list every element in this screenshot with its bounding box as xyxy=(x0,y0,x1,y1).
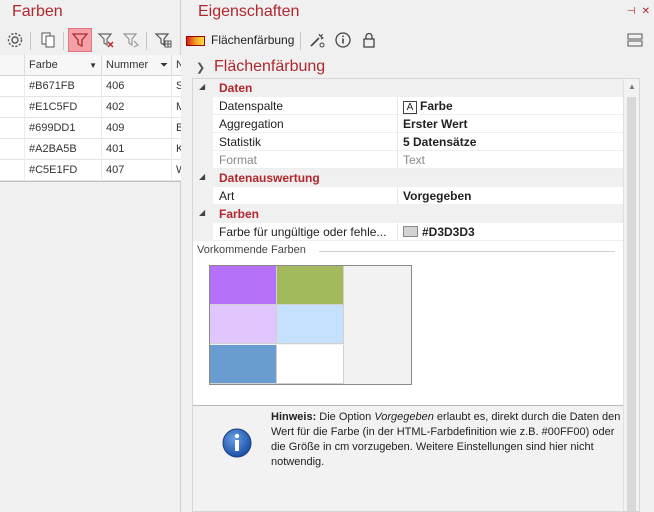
filter-active-icon: ⏷ xyxy=(160,60,168,71)
sort-desc-icon: ▼ xyxy=(89,61,97,70)
vertical-scrollbar[interactable]: ▲ xyxy=(623,79,639,511)
pin-icon[interactable]: ⊣ xyxy=(627,6,636,17)
properties-panel: Eigenschaften ⊣ ✕ Flächenfärbung ❯ Flächen… xyxy=(186,0,654,512)
color-cell[interactable] xyxy=(210,266,277,305)
prop-format: Format Text xyxy=(193,151,624,169)
prop-aggregation[interactable]: Aggregation Erster Wert xyxy=(193,115,624,133)
hint-box: Hinweis: Die Option Vorgegeben erlaubt e… xyxy=(193,405,624,511)
table-row[interactable]: #B671FB 406 S xyxy=(0,76,181,97)
lock-icon[interactable] xyxy=(358,29,380,51)
collapse-triangle-icon: ◢ xyxy=(199,208,206,217)
colors-panel: Farben Farbe ▼ Nummer ⏷ N #B671FB 406 S … xyxy=(0,0,181,512)
vorkommende-farben-label: Vorkommende Farben xyxy=(197,244,306,256)
scroll-up-icon[interactable]: ▲ xyxy=(624,79,640,95)
color-cell[interactable] xyxy=(210,345,277,384)
info-circle-icon[interactable] xyxy=(332,29,354,51)
colors-toolbar xyxy=(0,28,181,54)
color-cell[interactable] xyxy=(277,305,344,344)
properties-panel-title: Eigenschaften xyxy=(198,3,300,20)
color-swatch[interactable] xyxy=(403,226,418,237)
column-header-nummer[interactable]: Nummer ⏷ xyxy=(102,55,172,76)
filter-grid-icon[interactable] xyxy=(151,28,175,52)
filter-reset-icon[interactable] xyxy=(119,28,143,52)
prop-invalid-color[interactable]: Farbe für ungültige oder fehle... #D3D3D… xyxy=(193,223,624,241)
column-header-farbe[interactable]: Farbe ▼ xyxy=(25,55,102,76)
filter-icon[interactable] xyxy=(68,28,92,52)
fill-type-label[interactable]: Flächenfärbung xyxy=(211,33,294,47)
prop-art[interactable]: Art Vorgegeben xyxy=(193,187,624,205)
prop-statistik[interactable]: Statistik 5 Datensätze xyxy=(193,133,624,151)
colors-panel-title: Farben xyxy=(12,3,63,20)
color-cell[interactable] xyxy=(210,305,277,344)
hint-text: Hinweis: Die Option Vorgegeben erlaubt e… xyxy=(271,411,621,468)
gear-icon[interactable] xyxy=(3,28,27,52)
chevron-down-icon: ❯ xyxy=(196,62,206,74)
column-header-n[interactable]: N xyxy=(172,55,181,76)
filter-clear-icon[interactable] xyxy=(94,28,118,52)
property-grid: ◢ Daten Datenspalte A Farbe Aggregation E… xyxy=(192,78,640,512)
occurring-colors-grid xyxy=(209,265,412,385)
section-header-flaechenfaerbung[interactable]: ❯ Flächenfärbung xyxy=(196,58,325,78)
text-column-icon: A xyxy=(403,101,417,114)
prop-datenspalte[interactable]: Datenspalte A Farbe xyxy=(193,97,624,115)
layout-list-icon[interactable] xyxy=(624,29,646,51)
group-datenauswertung[interactable]: ◢ Datenauswertung xyxy=(193,169,624,187)
table-row[interactable]: #C5E1FD 407 W xyxy=(0,160,181,181)
fill-gradient-icon xyxy=(186,36,205,46)
collapse-triangle-icon: ◢ xyxy=(199,172,206,181)
close-icon[interactable]: ✕ xyxy=(642,6,650,17)
table-row[interactable]: #699DD1 409 B xyxy=(0,118,181,139)
group-farben[interactable]: ◢ Farben xyxy=(193,205,624,223)
table-row[interactable]: #A2BA5B 401 K xyxy=(0,139,181,160)
collapse-triangle-icon: ◢ xyxy=(199,82,206,91)
color-cell[interactable] xyxy=(277,345,344,384)
colors-table: Farbe ▼ Nummer ⏷ N #B671FB 406 S #E1C5FD… xyxy=(0,55,181,182)
color-cell[interactable] xyxy=(277,266,344,305)
wand-settings-icon[interactable] xyxy=(306,29,328,51)
group-daten[interactable]: ◢ Daten xyxy=(193,79,624,97)
info-icon xyxy=(222,428,252,458)
copy-icon[interactable] xyxy=(36,28,60,52)
scroll-thumb[interactable] xyxy=(627,97,636,511)
table-row[interactable]: #E1C5FD 402 M xyxy=(0,97,181,118)
properties-toolbar: Flächenfärbung xyxy=(186,28,654,54)
table-header: Farbe ▼ Nummer ⏷ N xyxy=(0,55,181,76)
